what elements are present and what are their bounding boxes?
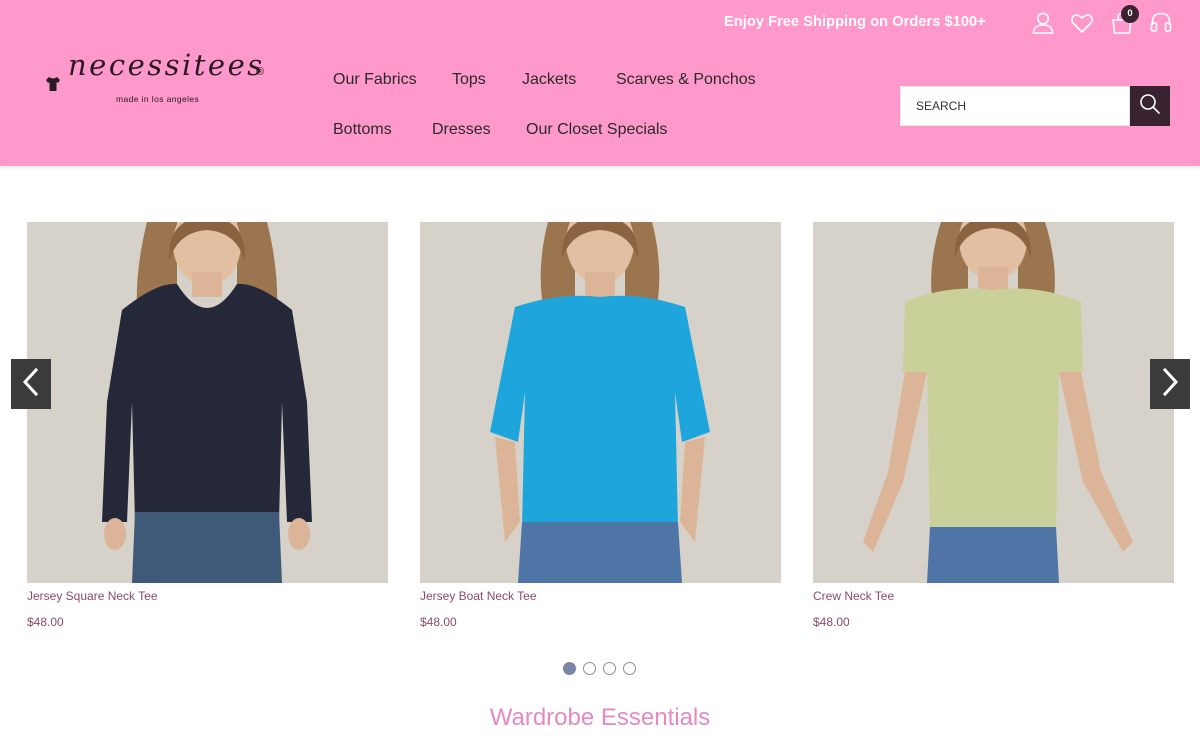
bag-icon[interactable]: 0 [1109, 5, 1139, 36]
product-name[interactable]: Jersey Boat Neck Tee [420, 589, 537, 603]
carousel-dot[interactable] [563, 662, 576, 675]
product-card[interactable]: Jersey Boat Neck Tee $48.00 [420, 222, 781, 629]
nav-tops[interactable]: Tops [452, 71, 486, 89]
user-icon[interactable] [1030, 10, 1056, 36]
product-card[interactable]: Jersey Square Neck Tee $48.00 [27, 222, 388, 629]
carousel-pagination [563, 662, 643, 676]
product-price: $48.00 [813, 615, 850, 629]
chevron-left-icon [21, 367, 41, 402]
nav-dresses[interactable]: Dresses [432, 121, 491, 139]
product-image[interactable] [420, 222, 781, 583]
product-image[interactable] [27, 222, 388, 583]
logo-wordmark: necessitees [68, 48, 265, 82]
product-price: $48.00 [27, 615, 64, 629]
nav-jackets[interactable]: Jackets [522, 71, 576, 89]
free-shipping-banner: Enjoy Free Shipping on Orders $100+ [724, 14, 986, 30]
carousel-dot[interactable] [603, 662, 616, 675]
header-icons: 0 [1030, 5, 1175, 38]
search-icon [1139, 93, 1161, 120]
carousel-prev-button[interactable] [11, 359, 51, 409]
product-name[interactable]: Crew Neck Tee [813, 589, 894, 603]
headset-icon[interactable] [1148, 10, 1174, 36]
brand-logo[interactable]: necessitees ® made in los angeles [42, 48, 272, 110]
product-card[interactable]: Crew Neck Tee $48.00 [813, 222, 1174, 629]
section-title: Wardrobe Essentials [489, 704, 711, 731]
product-image[interactable] [813, 222, 1174, 583]
nav-scarves-ponchos[interactable]: Scarves & Ponchos [616, 71, 756, 89]
site-header: Enjoy Free Shipping on Orders $100+ 0 ne… [0, 0, 1200, 166]
search-input[interactable] [900, 86, 1130, 126]
search-button[interactable] [1130, 86, 1170, 126]
tshirt-logo-icon [45, 76, 61, 97]
logo-tagline: made in los angeles [116, 94, 200, 104]
product-name[interactable]: Jersey Square Neck Tee [27, 589, 158, 603]
registered-mark: ® [256, 66, 265, 78]
chevron-right-icon [1160, 367, 1180, 402]
nav-bottoms[interactable]: Bottoms [333, 121, 392, 139]
carousel-next-button[interactable] [1150, 359, 1190, 409]
carousel-dot[interactable] [583, 662, 596, 675]
cart-count-badge: 0 [1121, 5, 1139, 23]
nav-our-fabrics[interactable]: Our Fabrics [333, 71, 417, 89]
nav-closet-specials[interactable]: Our Closet Specials [526, 121, 667, 139]
search-bar [900, 86, 1170, 126]
shirt-shape [903, 288, 1083, 532]
carousel-dot[interactable] [623, 662, 636, 675]
heart-icon[interactable] [1069, 10, 1095, 36]
product-price: $48.00 [420, 615, 457, 629]
